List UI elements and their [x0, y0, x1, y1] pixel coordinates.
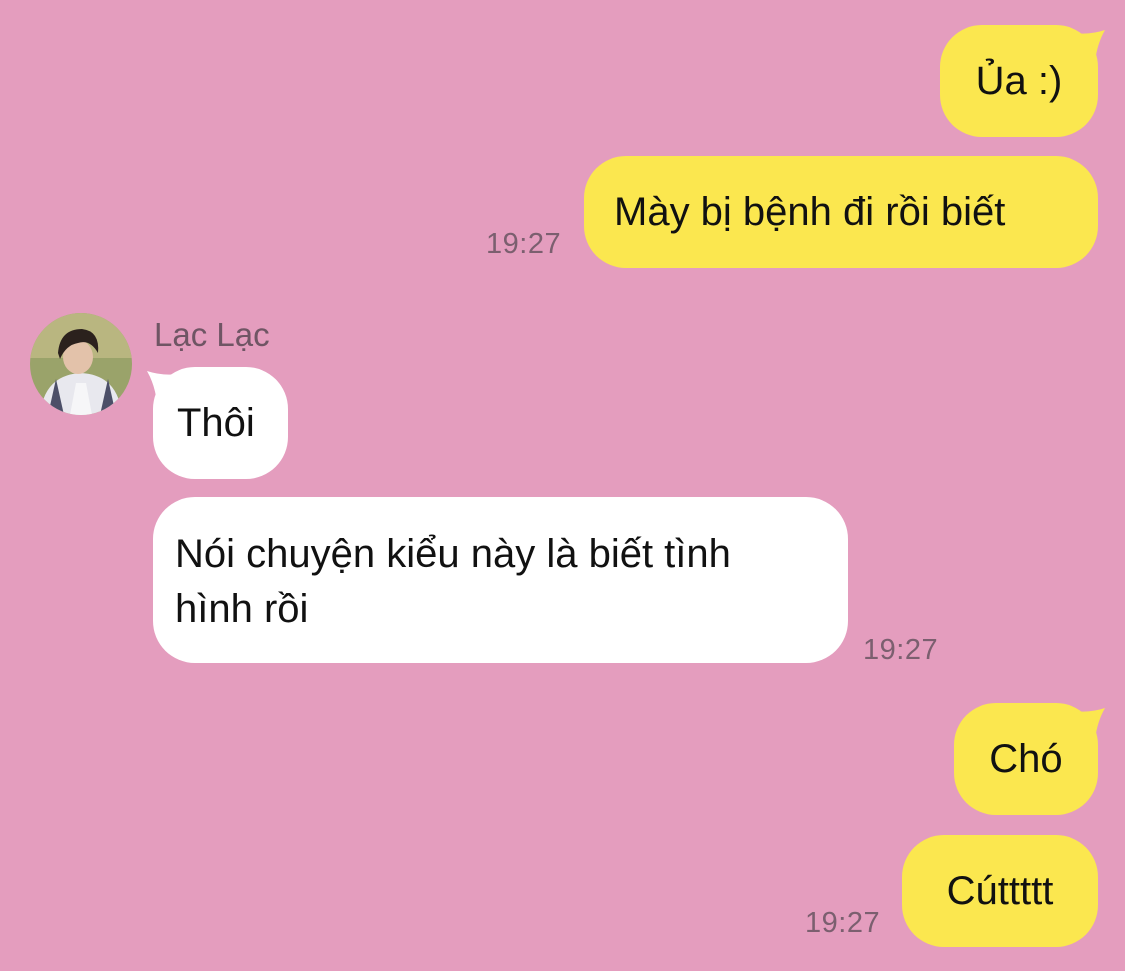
avatar-photo-icon [30, 313, 132, 415]
message-text: Nói chuyện kiểu này là biết tình hình rồ… [175, 532, 731, 631]
message-timestamp: 19:27 [486, 228, 562, 260]
message-bubble-outgoing[interactable]: Mày bị bệnh đi rồi biết [584, 156, 1098, 268]
message-bubble-outgoing[interactable]: Ủa :) [940, 25, 1098, 137]
message-timestamp: 19:27 [863, 634, 939, 666]
message-bubble-outgoing[interactable]: Chó [954, 703, 1098, 815]
chat-message-list[interactable]: Ủa :) 19:27 Mày bị bệnh đi rồi biết Lạc … [0, 0, 1125, 971]
message-text: Ủa :) [975, 59, 1063, 103]
message-bubble-outgoing[interactable]: Cúttttt [902, 835, 1098, 947]
message-bubble-incoming[interactable]: Thôi [153, 367, 288, 479]
message-text: Chó [989, 737, 1063, 781]
message-bubble-incoming[interactable]: Nói chuyện kiểu này là biết tình hình rồ… [153, 497, 848, 663]
message-text: Mày bị bệnh đi rồi biết [614, 190, 1006, 234]
message-text: Thôi [177, 401, 255, 445]
contact-name: Lạc Lạc [154, 316, 270, 353]
message-text: Cúttttt [946, 869, 1054, 913]
contact-avatar[interactable] [30, 313, 132, 415]
message-timestamp: 19:27 [805, 907, 881, 939]
